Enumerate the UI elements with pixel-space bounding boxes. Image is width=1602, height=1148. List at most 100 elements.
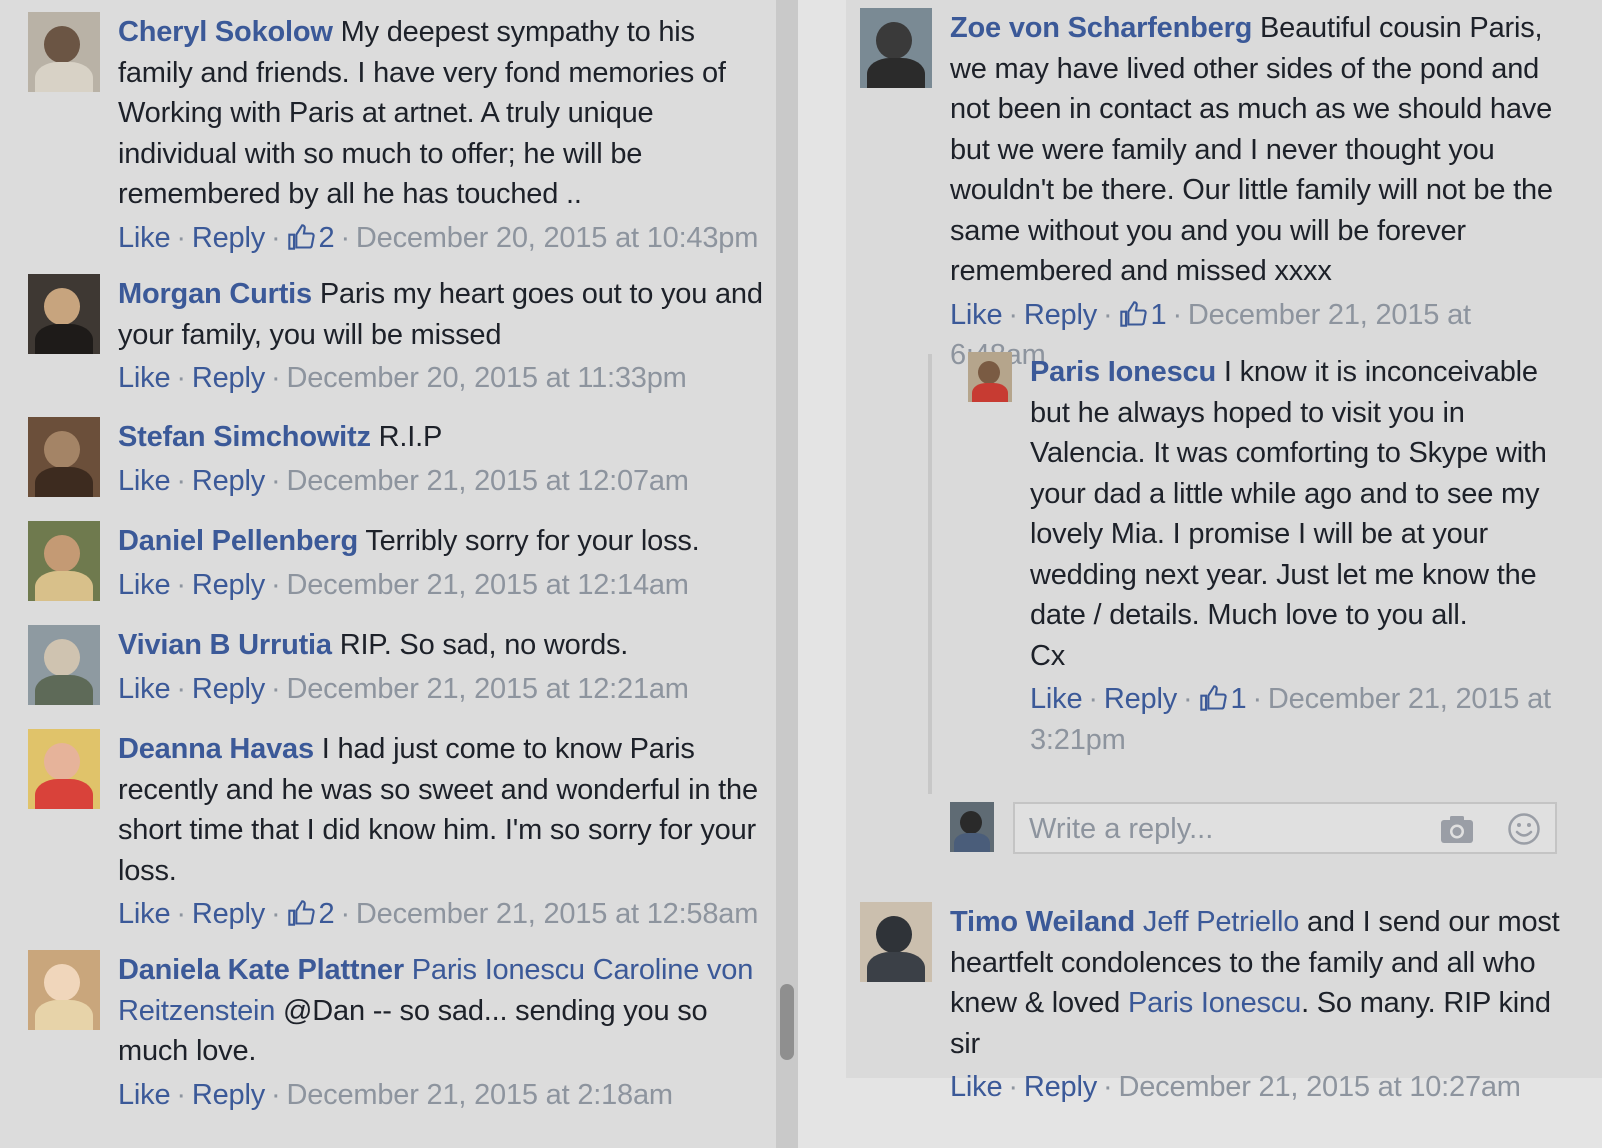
- reply-button[interactable]: Reply: [1024, 299, 1097, 331]
- reply-input[interactable]: [1027, 810, 1411, 848]
- separator: ·: [176, 464, 186, 497]
- reply-button[interactable]: Reply: [1024, 1071, 1097, 1103]
- like-button[interactable]: Like: [118, 569, 171, 601]
- like-count[interactable]: 1: [1119, 299, 1167, 331]
- like-count[interactable]: 1: [1199, 683, 1247, 715]
- avatar[interactable]: [28, 274, 100, 354]
- avatar[interactable]: [28, 12, 100, 92]
- comment-author[interactable]: Paris Ionescu: [1030, 356, 1216, 388]
- comment-actions: Like · Reply · 1 · December 21, 2015 at 3:21pm: [1030, 679, 1558, 760]
- comment-body: Paris Ionescu I know it is inconceivable…: [1030, 352, 1558, 760]
- comment-author[interactable]: Zoe von Scharfenberg: [950, 12, 1252, 44]
- comment-actions: Like · Reply · 2 · December 20, 2015 at 10:43p…: [118, 218, 768, 259]
- reply-thread-line: [928, 354, 932, 794]
- reply-button[interactable]: Reply: [192, 673, 265, 705]
- comment-body: Morgan Curtis Paris my heart goes out to…: [118, 274, 768, 399]
- thumbs-up-icon: [287, 223, 315, 250]
- mention-link[interactable]: Jeff Petriello: [1143, 906, 1299, 938]
- like-count[interactable]: 2: [287, 898, 335, 930]
- separator: ·: [271, 464, 281, 497]
- comment-author[interactable]: Daniel Pellenberg: [118, 525, 358, 557]
- comment-timestamp[interactable]: December 20, 2015 at 10:43pm: [356, 222, 758, 254]
- separator: ·: [1008, 298, 1018, 331]
- comments-column-left: Cheryl Sokolow My deepest sympathy to hi…: [0, 0, 776, 1148]
- comment-author[interactable]: Timo Weiland: [950, 906, 1135, 938]
- comment-actions: Like · Reply · December 21, 2015 at 10:27am: [950, 1067, 1560, 1108]
- comment-timestamp[interactable]: December 21, 2015 at 12:07am: [287, 465, 689, 497]
- comment-timestamp[interactable]: December 21, 2015 at 2:18am: [287, 1079, 674, 1111]
- current-user-avatar: [950, 802, 994, 852]
- comment-text: RIP. So sad, no words.: [339, 629, 629, 661]
- reply-button[interactable]: Reply: [192, 569, 265, 601]
- comment-body: Timo Weiland Jeff Petriello and I send o…: [950, 902, 1560, 1108]
- avatar[interactable]: [860, 8, 932, 88]
- comment-author[interactable]: Deanna Havas: [118, 733, 314, 765]
- comment-body: Cheryl Sokolow My deepest sympathy to hi…: [118, 12, 768, 258]
- like-button[interactable]: Like: [118, 673, 171, 705]
- separator: ·: [176, 1078, 186, 1111]
- comment-author[interactable]: Vivian B Urrutia: [118, 629, 332, 661]
- reply-button[interactable]: Reply: [1104, 683, 1177, 715]
- like-button[interactable]: Like: [1030, 683, 1083, 715]
- reply-button[interactable]: Reply: [192, 898, 265, 930]
- avatar[interactable]: [28, 950, 100, 1030]
- separator: ·: [1103, 298, 1113, 331]
- like-button[interactable]: Like: [118, 222, 171, 254]
- comment-body: Zoe von Scharfenberg Beautiful cousin Pa…: [950, 8, 1560, 376]
- comment-signoff: Cx: [1030, 639, 1066, 672]
- scrollbar-thumb[interactable]: [780, 984, 794, 1060]
- comment-author[interactable]: Stefan Simchowitz: [118, 421, 371, 453]
- like-count-number: 2: [318, 221, 335, 254]
- like-button[interactable]: Like: [118, 1079, 171, 1111]
- comment-timestamp[interactable]: December 21, 2015 at 12:14am: [287, 569, 689, 601]
- comment-author[interactable]: Cheryl Sokolow: [118, 16, 333, 48]
- comment-timestamp[interactable]: December 21, 2015 at 12:21am: [287, 673, 689, 705]
- avatar[interactable]: [860, 902, 932, 982]
- separator: ·: [1252, 683, 1262, 715]
- comment-author[interactable]: Daniela Kate Plattner: [118, 954, 404, 986]
- separator: ·: [340, 221, 350, 254]
- like-button[interactable]: Like: [950, 1071, 1003, 1103]
- scrollbar[interactable]: [776, 0, 798, 1148]
- avatar[interactable]: [968, 352, 1012, 402]
- separator: ·: [271, 898, 281, 930]
- separator: ·: [176, 568, 186, 601]
- comment-body: Deanna Havas I had just come to know Par…: [118, 729, 768, 935]
- comment-text: Beautiful cousin Paris, we may have live…: [950, 12, 1553, 287]
- comment-timestamp[interactable]: December 21, 2015 at 12:58am: [356, 898, 758, 930]
- like-count-number: 1: [1150, 298, 1167, 331]
- separator: ·: [271, 221, 281, 254]
- like-button[interactable]: Like: [118, 465, 171, 497]
- like-count[interactable]: 2: [287, 222, 335, 254]
- avatar[interactable]: [28, 521, 100, 601]
- comment-body: Vivian B Urrutia RIP. So sad, no words. …: [118, 625, 768, 709]
- comment-actions: Like · Reply · 2 · December 21, 2015 at 12:58a…: [118, 894, 768, 935]
- avatar[interactable]: [28, 729, 100, 809]
- separator: ·: [340, 898, 350, 930]
- avatar[interactable]: [28, 417, 100, 497]
- separator: ·: [1008, 1071, 1018, 1103]
- avatar[interactable]: [28, 625, 100, 705]
- reply-button[interactable]: Reply: [192, 362, 265, 394]
- camera-icon[interactable]: [1439, 813, 1475, 845]
- separator: ·: [271, 568, 281, 601]
- comment-actions: Like · Reply · December 21, 2015 at 12:07am: [118, 461, 768, 502]
- mention-link[interactable]: Paris Ionescu: [1128, 987, 1301, 1019]
- separator: ·: [176, 672, 186, 705]
- mention-link[interactable]: Paris Ionescu: [412, 954, 585, 986]
- reply-button[interactable]: Reply: [192, 1079, 265, 1111]
- thumbs-up-icon: [1199, 685, 1227, 711]
- comment-author[interactable]: Morgan Curtis: [118, 278, 312, 310]
- comment-timestamp[interactable]: December 20, 2015 at 11:33pm: [287, 362, 687, 394]
- like-button[interactable]: Like: [118, 362, 171, 394]
- smiley-icon[interactable]: [1507, 812, 1541, 846]
- reply-button[interactable]: Reply: [192, 465, 265, 497]
- comment-timestamp[interactable]: December 21, 2015 at 10:27am: [1119, 1071, 1521, 1103]
- comment-text: I know it is inconceivable but he always…: [1030, 356, 1547, 631]
- separator: ·: [1183, 683, 1193, 715]
- reply-button[interactable]: Reply: [192, 222, 265, 254]
- comment-body: Daniela Kate Plattner Paris Ionescu Caro…: [118, 950, 768, 1115]
- like-button[interactable]: Like: [118, 898, 171, 930]
- like-button[interactable]: Like: [950, 299, 1003, 331]
- separator: ·: [1088, 683, 1098, 715]
